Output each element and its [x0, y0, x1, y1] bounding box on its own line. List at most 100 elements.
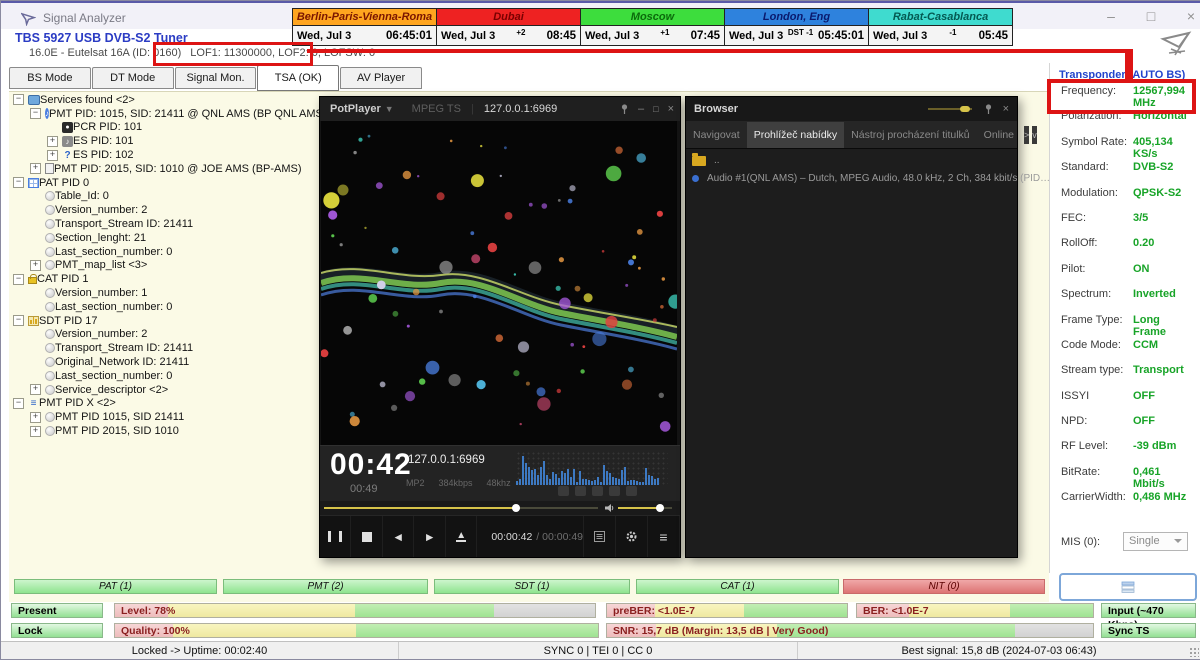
tbs-logo-icon — [1159, 29, 1195, 59]
parent-folder-row[interactable]: .. — [692, 155, 720, 166]
eject-button[interactable]: ▲ — [446, 516, 477, 557]
tree-node[interactable]: +?ES PID: 102 — [13, 148, 313, 162]
collapse-icon[interactable]: − — [13, 177, 24, 188]
previous-button[interactable]: ◄ — [383, 516, 414, 557]
panel-divider — [1049, 63, 1050, 573]
transponder-row: Frame Type:Long Frame — [1061, 314, 1193, 339]
expand-icon[interactable]: + — [47, 136, 58, 147]
tree-node[interactable]: +PMT PID 2015, SID 1010 — [13, 424, 313, 438]
volume-slider[interactable] — [618, 507, 672, 509]
maximize-button[interactable]: □ — [1136, 7, 1166, 25]
expand-icon[interactable]: + — [30, 384, 41, 395]
tree-node[interactable]: Table_Id: 0 — [13, 190, 313, 204]
tree-node[interactable]: +♪ES PID: 101 — [13, 134, 313, 148]
pause-button[interactable] — [320, 516, 351, 557]
pid-bar-pmt-2-: PMT (2) — [223, 579, 428, 594]
expand-icon[interactable]: + — [30, 426, 41, 437]
player-mini-buttons[interactable] — [558, 486, 637, 496]
tree-node[interactable]: −SDT PID 17 — [13, 314, 313, 328]
tab-dt-mode[interactable]: DT Mode — [92, 67, 174, 89]
tree-node-label: PMT PID 1015, SID 21411 — [55, 411, 184, 423]
expand-icon[interactable]: + — [30, 260, 41, 271]
seek-slider[interactable] — [324, 507, 598, 509]
pin-icon[interactable] — [984, 104, 993, 114]
tree-node-label: Service_descriptor <2> — [55, 384, 168, 396]
status-panel-button[interactable] — [1059, 573, 1197, 601]
browser-tabs: NavigovatProhlížeč nabídkyNástroj prochá… — [686, 121, 1017, 149]
param-value: OFF — [1133, 390, 1155, 402]
opacity-knob[interactable] — [960, 106, 970, 112]
mini-button-1[interactable] — [558, 486, 569, 496]
tree-node[interactable]: Version_number: 2 — [13, 328, 313, 342]
tree-node[interactable]: −Services found <2> — [13, 93, 313, 107]
minimize-button[interactable]: – — [1096, 7, 1126, 25]
tree-node[interactable]: +PMT_map_list <3> — [13, 259, 313, 273]
tree-node[interactable]: −≡PMT PID X <2> — [13, 397, 313, 411]
tab-av-player[interactable]: AV Player — [340, 67, 422, 89]
tree-node[interactable]: + PMT PID 1015, SID 21411 — [13, 410, 313, 424]
browser-title-bar[interactable]: Browser × — [686, 97, 1017, 121]
browser-tab-n-stroj-proch-zen-titulk-[interactable]: Nástroj procházení titulků — [844, 122, 976, 148]
tree-node[interactable]: ●PCR PID: 101 — [13, 121, 313, 135]
collapse-icon[interactable]: − — [30, 108, 41, 119]
tree-node[interactable]: Original_Network ID: 21411 — [13, 355, 313, 369]
close-button[interactable]: × — [1176, 7, 1200, 25]
tree-node[interactable]: −♪PMT PID: 1015, SID: 21411 @ QNL AMS (B… — [13, 107, 313, 121]
collapse-icon[interactable]: − — [13, 274, 24, 285]
tree-node[interactable]: Last_section_number: 0 — [13, 245, 313, 259]
menu-button[interactable]: ≡ — [648, 516, 680, 557]
leaf-icon — [45, 343, 55, 353]
expand-icon[interactable]: + — [30, 412, 41, 423]
player-title-bar[interactable]: PotPlayer ▼ MPEG TS | 127.0.0.1:6969 – □… — [320, 97, 680, 121]
player-minimize-icon[interactable]: – — [638, 103, 644, 115]
player-app-name[interactable]: PotPlayer — [330, 103, 381, 115]
browser-tab-prohl-e-nab-dky[interactable]: Prohlížeč nabídky — [747, 122, 844, 148]
expand-icon[interactable]: + — [47, 150, 58, 161]
tree-node[interactable]: Last_section_number: 0 — [13, 369, 313, 383]
playlist-button[interactable] — [583, 516, 616, 557]
tree-node[interactable]: + Service_descriptor <2> — [13, 383, 313, 397]
video-area[interactable] — [321, 121, 677, 445]
tree-node[interactable]: Last_section_number: 0 — [13, 300, 313, 314]
mini-button-4[interactable] — [609, 486, 620, 496]
mini-button-5[interactable] — [626, 486, 637, 496]
mis-dropdown[interactable]: Single — [1123, 532, 1188, 551]
expand-icon[interactable]: + — [30, 163, 41, 174]
tree-node[interactable]: Transport_Stream ID: 21411 — [13, 341, 313, 355]
tree-node[interactable]: +PMT PID: 2015, SID: 1010 @ JOE AMS (BP-… — [13, 162, 313, 176]
volume-icon[interactable] — [605, 504, 614, 512]
browser-opacity-slider[interactable] — [928, 108, 972, 110]
tree-node[interactable]: Transport_Stream ID: 21411 — [13, 217, 313, 231]
mini-button-3[interactable] — [592, 486, 603, 496]
browser-dropdown-button[interactable]: v — [1032, 126, 1037, 144]
tree-node[interactable]: Version_number: 1 — [13, 286, 313, 300]
pin-icon[interactable] — [620, 104, 629, 114]
volume-knob[interactable] — [656, 504, 664, 512]
next-button[interactable]: ► — [414, 516, 445, 557]
stop-button[interactable] — [351, 516, 382, 557]
tab-tsa-ok-[interactable]: TSA (OK) — [257, 65, 339, 91]
browser-tab-online[interactable]: Online — [977, 122, 1021, 148]
browser-more-button[interactable]: > — [1024, 126, 1029, 144]
collapse-icon[interactable]: − — [13, 315, 24, 326]
doc-icon — [45, 163, 54, 174]
browser-tab-navigovat[interactable]: Navigovat — [686, 122, 747, 148]
tab-bs-mode[interactable]: BS Mode — [9, 67, 91, 89]
audio-track-item[interactable]: Audio #1(QNL AMS) – Dutch, MPEG Audio, 4… — [692, 173, 1050, 184]
player-close-icon[interactable]: × — [668, 103, 674, 115]
collapse-icon[interactable]: − — [13, 398, 24, 409]
tree-node[interactable]: −PAT PID 0 — [13, 176, 313, 190]
browser-close-icon[interactable]: × — [1003, 103, 1009, 115]
lock-icon — [28, 277, 37, 284]
tree-node[interactable]: Version_number: 2 — [13, 203, 313, 217]
settings-button[interactable] — [616, 516, 648, 557]
resize-grip[interactable] — [1189, 647, 1199, 657]
collapse-icon[interactable]: − — [13, 94, 24, 105]
tab-signal-mon-[interactable]: Signal Mon. — [175, 67, 257, 89]
transponder-row: BitRate:0,461 Mbit/s — [1061, 466, 1193, 491]
tree-node[interactable]: −CAT PID 1 — [13, 272, 313, 286]
mini-button-2[interactable] — [575, 486, 586, 496]
tree-node[interactable]: Section_lenght: 21 — [13, 231, 313, 245]
player-maximize-icon[interactable]: □ — [653, 104, 658, 114]
seek-knob[interactable] — [512, 504, 520, 512]
